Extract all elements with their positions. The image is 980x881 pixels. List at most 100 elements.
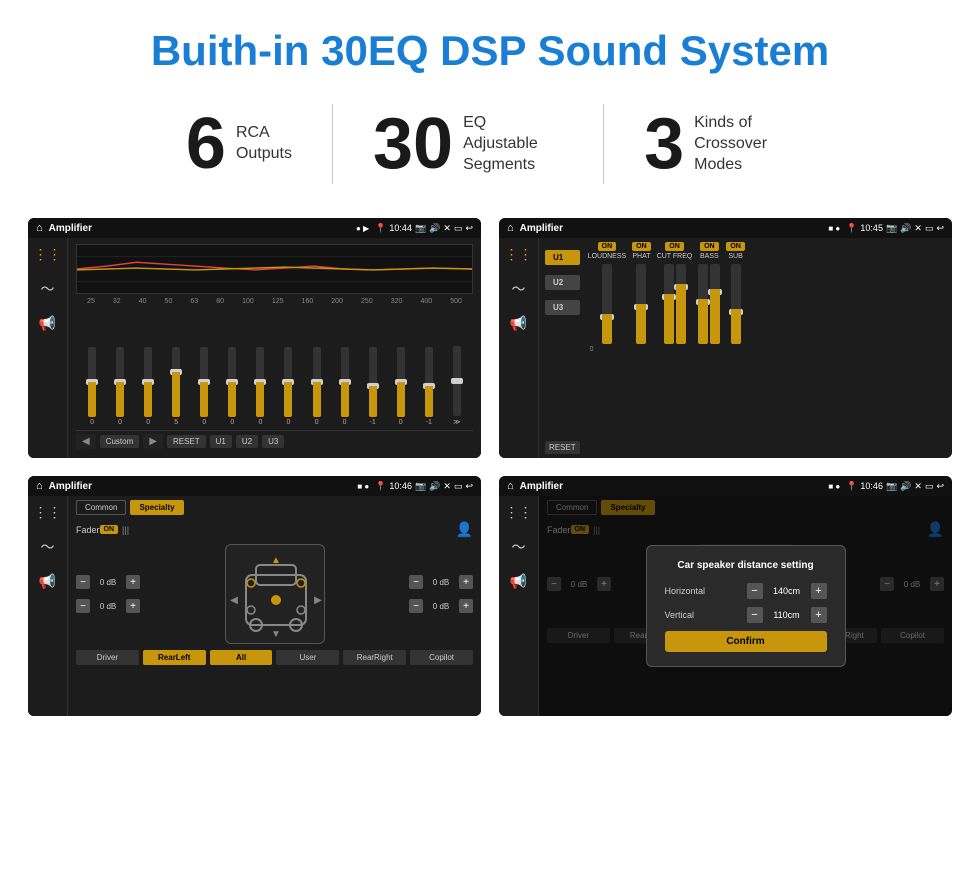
fader-left-bottom: − 0 dB + [76,599,140,613]
status-icons-4: 📍 10:46 📷 🔊 ✕ ▭ ↩ [846,481,944,492]
eq-slider-5[interactable]: 0 [228,336,236,426]
eq-freq-labels: 25 32 40 50 63 80 100 125 160 200 250 32… [76,298,473,305]
fader-bars: ||| [122,525,456,535]
fader-btn-rearleft[interactable]: RearLeft [143,650,206,665]
fader-settings-icon[interactable]: 👤 [456,521,473,538]
eq-slider-6[interactable]: 0 [256,336,264,426]
sub-on[interactable]: ON [726,242,745,251]
bass-slider-1[interactable] [698,264,708,344]
eq-u3-btn[interactable]: U3 [262,435,284,448]
fader-left-top-minus[interactable]: − [76,575,90,589]
confirm-button[interactable]: Confirm [665,631,827,652]
cutfreq-on[interactable]: ON [665,242,684,251]
eq-slider-11[interactable]: 0 [397,336,405,426]
stat-eq: 30 EQ AdjustableSegments [333,108,603,180]
eq-custom-btn[interactable]: Custom [100,435,140,448]
bass-on[interactable]: ON [700,242,719,251]
fader-screenshot: ⌂ Amplifier ■ ● 📍 10:46 📷 🔊 ✕ ▭ ↩ ⋮⋮ 〜 📢 [28,476,481,716]
horizontal-plus-btn[interactable]: + [811,583,827,599]
volume-icon-3: 🔊 [429,481,440,492]
eq-sidebar-icon-2[interactable]: 〜 [41,279,55,299]
svg-text:◀: ◀ [230,595,238,606]
fader-right-bottom-plus[interactable]: + [459,599,473,613]
fader-btn-user[interactable]: User [276,650,339,665]
eq-u1-btn[interactable]: U1 [210,435,232,448]
eq-sliders: 0 0 0 5 0 0 0 0 0 0 -1 0 -1 ≫ [76,309,473,426]
fader-right-top-minus[interactable]: − [409,575,423,589]
eq-slider-4[interactable]: 0 [200,336,208,426]
distance-dialog-overlay: Car speaker distance setting Horizontal … [539,496,952,716]
dialog-sidebar-icon-3[interactable]: 📢 [510,573,527,590]
status-dots-1: ● ▶ [356,224,369,233]
fader-btn-all[interactable]: All [210,650,273,665]
fader-right-top-value: 0 dB [426,578,456,587]
car-diagram: ▲ ▼ ◀ ▶ [225,544,325,644]
loudness-on[interactable]: ON [598,242,617,251]
tab-specialty[interactable]: Specialty [130,500,183,515]
eq-slider-12[interactable]: -1 [425,336,433,426]
dialog-sidebar-icon-2[interactable]: 〜 [512,537,526,557]
eq-slider-3[interactable]: 5 [172,336,180,426]
crossover-screen-content: ⋮⋮ 〜 📢 U1 U2 U3 RESET ON LOUDNESS [499,238,952,458]
crossover-main: U1 U2 U3 RESET ON LOUDNESS [539,238,952,458]
eq-slider-1[interactable]: 0 [116,336,124,426]
crossover-sidebar-icon-3[interactable]: 📢 [510,315,527,332]
eq-sidebar-icon-3[interactable]: 📢 [39,315,56,332]
eq-slider-8[interactable]: 0 [313,336,321,426]
phat-on[interactable]: ON [632,242,651,251]
preset-u3[interactable]: U3 [545,300,580,315]
crossover-sidebar-icon-1[interactable]: ⋮⋮ [505,246,533,263]
fader-left-bottom-minus[interactable]: − [76,599,90,613]
fader-sidebar-icon-2[interactable]: 〜 [41,537,55,557]
crossover-reset-btn[interactable]: RESET [545,441,580,454]
svg-text:▲: ▲ [271,555,281,566]
status-dots-2: ■ ● [828,224,840,233]
location-icon-3: 📍 [375,481,386,492]
eq-slider-0[interactable]: 0 [88,336,96,426]
time-2: 10:45 [860,223,883,233]
crossover-sidebar-icon-2[interactable]: 〜 [512,279,526,299]
vertical-label: Vertical [665,610,695,620]
tab-common[interactable]: Common [76,500,126,515]
sub-slider[interactable] [731,264,741,344]
eq-sidebar: ⋮⋮ 〜 📢 [28,238,68,458]
bass-slider-2[interactable] [710,264,720,344]
eq-slider-2[interactable]: 0 [144,336,152,426]
fader-sidebar-icon-3[interactable]: 📢 [39,573,56,590]
fader-right-top: − 0 dB + [409,575,473,589]
dialog-sidebar-icon-1[interactable]: ⋮⋮ [505,504,533,521]
eq-u2-btn[interactable]: U2 [236,435,258,448]
fader-right-bottom-minus[interactable]: − [409,599,423,613]
fader-btn-rearright[interactable]: RearRight [343,650,406,665]
eq-slider-9[interactable]: 0 [341,336,349,426]
eq-slider-7[interactable]: 0 [284,336,292,426]
vertical-plus-btn[interactable]: + [811,607,827,623]
phat-slider[interactable] [636,264,646,344]
preset-u2[interactable]: U2 [545,275,580,290]
camera-icon-2: 📷 [886,223,897,234]
eq-reset-btn[interactable]: RESET [167,435,206,448]
location-icon-4: 📍 [846,481,857,492]
eq-next-btn[interactable]: ▶ [143,434,163,449]
loudness-slider-1[interactable] [602,264,612,344]
fader-btn-driver[interactable]: Driver [76,650,139,665]
fader-btn-copilot[interactable]: Copilot [410,650,473,665]
close-icon-2: ✕ [914,223,922,234]
preset-u1[interactable]: U1 [545,250,580,265]
fader-left-bottom-plus[interactable]: + [126,599,140,613]
fader-sidebar-icon-1[interactable]: ⋮⋮ [34,504,62,521]
fader-on-toggle[interactable]: ON [100,525,119,534]
fader-right-top-plus[interactable]: + [459,575,473,589]
eq-slider-10[interactable]: -1 [369,336,377,426]
vertical-minus-btn[interactable]: − [747,607,763,623]
stat-eq-label: EQ AdjustableSegments [463,113,563,175]
eq-sidebar-icon-1[interactable]: ⋮⋮ [34,246,62,263]
eq-slider-13[interactable]: ≫ [453,336,461,426]
horizontal-minus-btn[interactable]: − [747,583,763,599]
cutfreq-slider-1[interactable] [664,264,674,344]
cutfreq-slider-2[interactable] [676,264,686,344]
eq-prev-btn[interactable]: ◀ [76,434,96,449]
status-icons-3: 📍 10:46 📷 🔊 ✕ ▭ ↩ [375,481,473,492]
fader-left-top-plus[interactable]: + [126,575,140,589]
fader-screen-content: ⋮⋮ 〜 📢 Common Specialty Fader ON ||| 👤 [28,496,481,716]
